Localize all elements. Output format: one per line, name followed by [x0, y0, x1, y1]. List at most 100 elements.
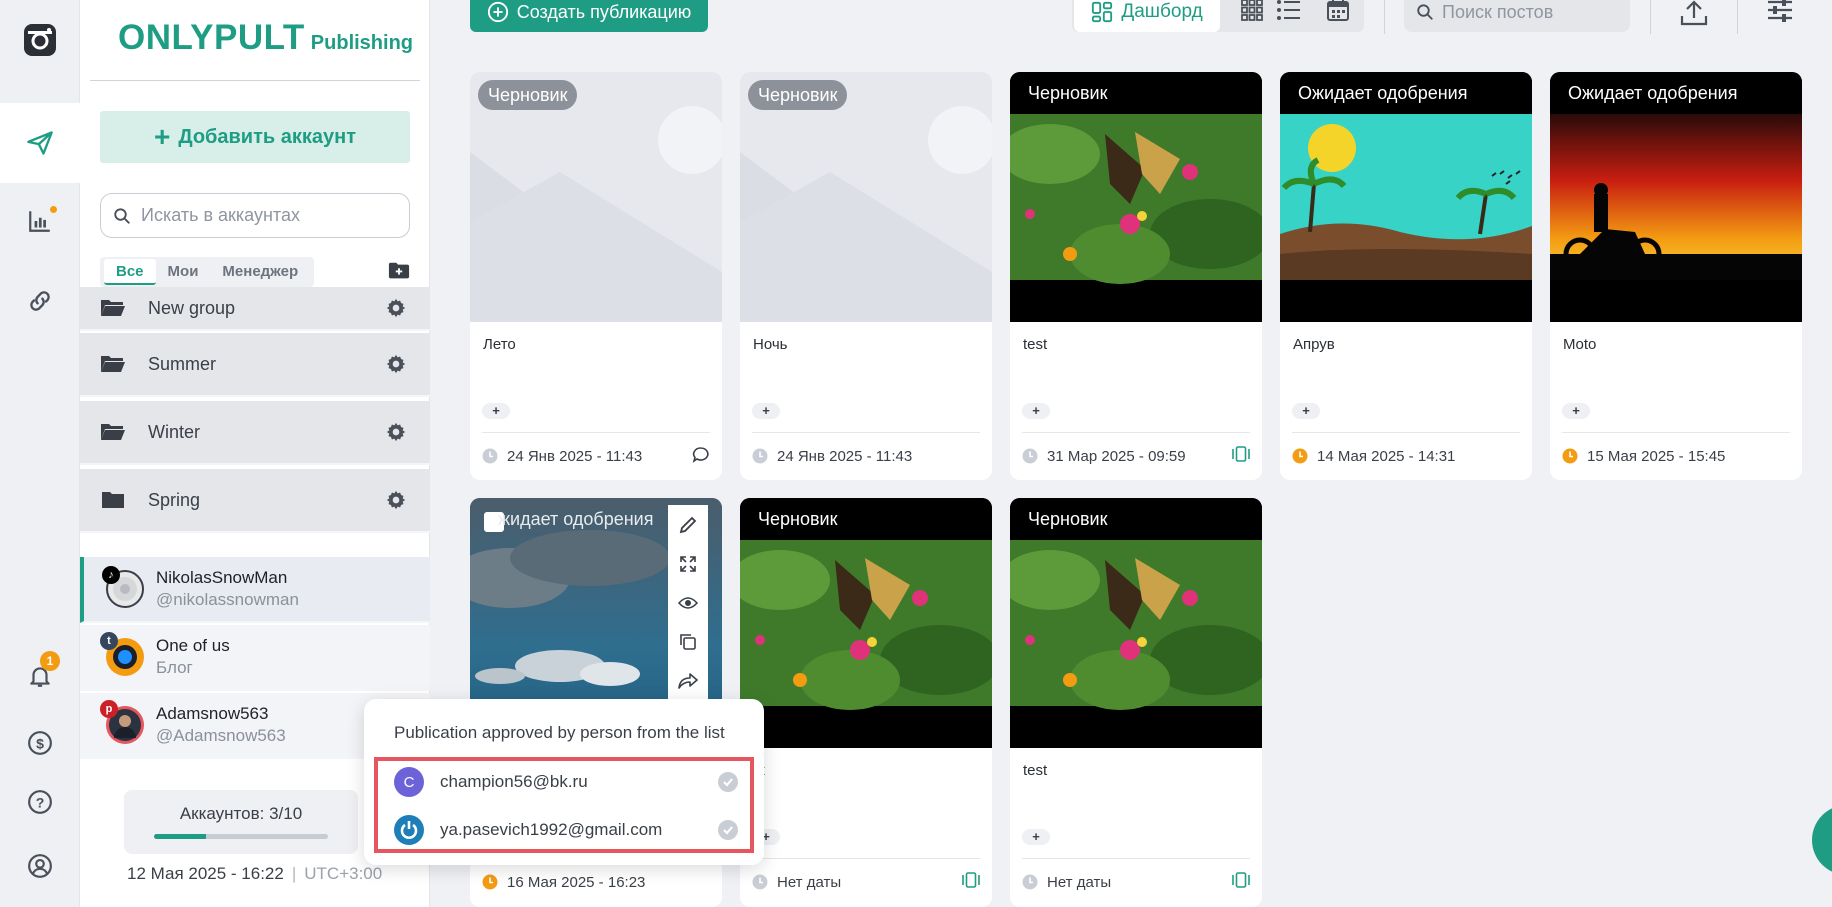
carousel-icon: [1232, 446, 1250, 462]
add-folder-icon[interactable]: [388, 261, 410, 286]
power-icon: [394, 815, 424, 845]
tumblr-icon: t: [100, 632, 118, 650]
group-spring[interactable]: Spring: [80, 469, 430, 533]
add-tag-button[interactable]: +: [1022, 403, 1050, 419]
comment-icon[interactable]: [692, 446, 710, 464]
status-bar: Ожидает одобрения: [1280, 72, 1532, 114]
butterfly-image: Черновик: [1010, 498, 1262, 748]
grid-view-icon[interactable]: [1240, 0, 1264, 22]
eye-icon[interactable]: [668, 583, 708, 622]
chat-fab-button[interactable]: [1812, 805, 1832, 875]
clock-icon: [1022, 874, 1038, 890]
account-handle: @nikolassnowman: [156, 590, 299, 609]
placeholder-image: Черновик: [740, 72, 992, 322]
account-item-one-of-us[interactable]: t One of us Блог: [80, 625, 430, 691]
clock-icon: [752, 874, 768, 890]
search-icon: [114, 207, 130, 224]
filter-mine[interactable]: Мои: [156, 257, 211, 287]
post-card[interactable]: Черновик test + Нет даты: [1010, 498, 1262, 907]
send-icon[interactable]: [0, 103, 80, 183]
filter-all[interactable]: Все: [104, 259, 156, 285]
instagram-icon[interactable]: [0, 0, 80, 80]
approver-email: ya.pasevich1992@gmail.com: [440, 820, 663, 839]
post-card[interactable]: Ожидает одобрения Апрув + 14 Мая 2025 - …: [1280, 72, 1532, 480]
status-bar: Черновик: [1010, 498, 1262, 540]
view-dashboard-button[interactable]: Дашборд: [1074, 0, 1220, 32]
user-icon[interactable]: [0, 826, 80, 906]
account-limit-fill: [154, 834, 207, 839]
post-search-input[interactable]: Поиск постов: [1404, 0, 1630, 32]
brand-product: Publishing: [310, 32, 414, 54]
edit-icon[interactable]: [668, 505, 708, 544]
group-summer[interactable]: Summer: [80, 333, 430, 397]
post-card[interactable]: Черновик Лето + 24 Янв 2025 - 11:43: [470, 72, 722, 480]
timezone[interactable]: UTC+3:00: [304, 864, 382, 884]
divider: [1562, 432, 1790, 433]
settings-sliders-icon[interactable]: [1766, 0, 1794, 24]
plus-circle-icon: [487, 1, 508, 23]
link-icon[interactable]: [0, 261, 80, 341]
add-tag-button[interactable]: +: [1022, 829, 1050, 845]
post-card[interactable]: Черновик st + Нет даты: [740, 498, 992, 907]
group-new-group[interactable]: New group: [80, 287, 430, 331]
post-title: test: [1023, 762, 1048, 779]
add-tag-button[interactable]: +: [1292, 403, 1320, 419]
list-view-icon[interactable]: [1276, 0, 1302, 22]
post-title: Лето: [483, 336, 516, 353]
post-card[interactable]: Черновик test + 31 Мар 2025 - 09:59: [1010, 72, 1262, 480]
approver-row: ya.pasevich1992@gmail.com: [394, 814, 738, 846]
account-name: One of us: [156, 636, 230, 655]
clock-icon: [482, 448, 498, 464]
folder-open-icon: [101, 356, 125, 372]
calendar-icon[interactable]: [1326, 0, 1350, 22]
status-chip: Черновик: [748, 80, 848, 110]
upload-icon[interactable]: [1680, 0, 1708, 26]
share-icon[interactable]: [668, 661, 708, 700]
account-search-input[interactable]: Искать в аккаунтах: [100, 193, 410, 238]
account-handle: Блог: [156, 658, 193, 677]
add-account-button[interactable]: + Добавить аккаунт: [100, 111, 410, 163]
post-card[interactable]: Ожидает одобрения Moto + 15 Мая 2025 - 1…: [1550, 72, 1802, 480]
svg-text:?: ?: [36, 794, 45, 810]
add-account-label: Добавить аккаунт: [178, 125, 357, 148]
post-date: 24 Янв 2025 - 11:43: [752, 446, 912, 466]
avatar: t: [100, 632, 144, 676]
plus-icon: +: [153, 121, 171, 152]
account-item-nikolassnowman[interactable]: ♪ NikolasSnowMan @nikolassnowman: [80, 557, 430, 623]
create-publication-button[interactable]: Создать публикацию: [470, 0, 708, 32]
view-switcher: Дашборд: [1072, 0, 1364, 32]
divider: [1737, 0, 1738, 34]
status-bar: Черновик: [1010, 72, 1262, 114]
gear-icon[interactable]: [386, 490, 406, 510]
account-limit-label: Аккаунтов: 3/10: [179, 804, 303, 823]
post-card[interactable]: Черновик Ночь + 24 Янв 2025 - 11:43: [740, 72, 992, 480]
check-icon: [718, 772, 738, 792]
dashboard-icon: [1092, 1, 1113, 23]
status-label: жидает одобрения: [498, 509, 654, 529]
tiktok-icon: ♪: [102, 566, 120, 584]
add-tag-button[interactable]: +: [752, 403, 780, 419]
gear-icon[interactable]: [386, 354, 406, 374]
divider: [1292, 432, 1520, 433]
expand-icon[interactable]: [668, 544, 708, 583]
avatar: ♪: [102, 566, 144, 608]
group-winter[interactable]: Winter: [80, 401, 430, 465]
post-date-text: 31 Мар 2025 - 09:59: [1047, 447, 1186, 465]
folder-icon: [102, 492, 124, 508]
copy-icon[interactable]: [668, 622, 708, 661]
clock-icon: [1562, 448, 1578, 464]
post-date-text: 15 Мая 2025 - 15:45: [1587, 447, 1726, 465]
gear-icon[interactable]: [386, 298, 406, 318]
divider: [1650, 0, 1651, 34]
post-date: 16 Мая 2025 - 16:23: [482, 872, 645, 892]
add-tag-button[interactable]: +: [1562, 403, 1590, 419]
post-date: 15 Мая 2025 - 15:45: [1562, 446, 1725, 466]
post-title: Ночь: [753, 336, 788, 353]
stats-icon[interactable]: [0, 181, 80, 261]
filter-manager[interactable]: Менеджер: [210, 257, 310, 287]
add-tag-button[interactable]: +: [482, 403, 510, 419]
group-name: Spring: [148, 489, 201, 510]
gear-icon[interactable]: [386, 422, 406, 442]
check-icon: [718, 820, 738, 840]
group-name: New group: [148, 297, 236, 318]
